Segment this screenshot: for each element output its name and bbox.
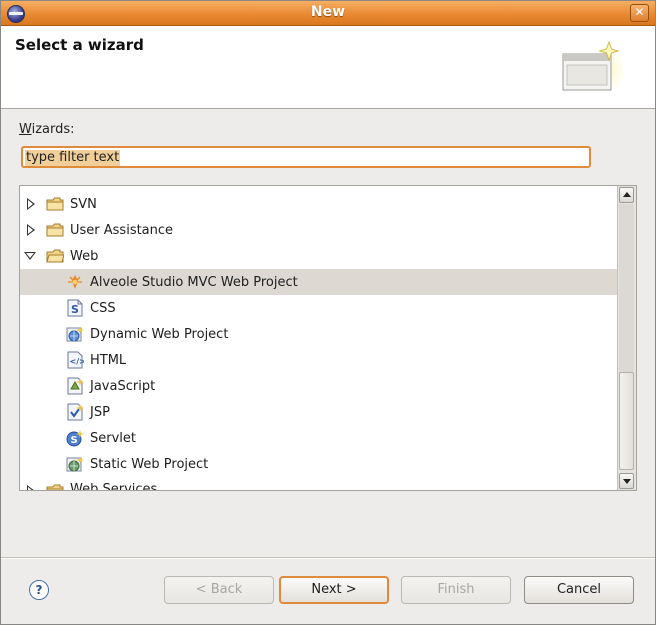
tree-item-javascript[interactable]: JavaScript (20, 373, 618, 399)
scroll-thumb[interactable] (619, 372, 634, 470)
tree-item-dynamic-web-project[interactable]: Dynamic Web Project (20, 321, 618, 347)
window-title: New (310, 4, 346, 20)
tree-item-label: JavaScript (90, 378, 156, 394)
tree-item-label: CSS (90, 300, 116, 316)
tree-item-static-web-project[interactable]: Static Web Project (20, 451, 618, 477)
filter-input[interactable] (21, 146, 591, 168)
tree-item-servlet[interactable]: S Servlet (20, 425, 618, 451)
static-web-project-icon (66, 456, 84, 472)
finish-button[interactable]: Finish (401, 576, 511, 604)
svg-text:S: S (71, 303, 79, 316)
jsp-file-icon (67, 403, 84, 421)
tree-item-web[interactable]: Web (20, 243, 618, 269)
tree-item-label: HTML (90, 352, 127, 368)
folder-icon (46, 484, 64, 490)
tree-item-label: Dynamic Web Project (90, 326, 229, 342)
expand-arrow-icon[interactable] (24, 197, 38, 211)
wizards-label: Wizards: (19, 122, 75, 137)
servlet-icon: S (66, 430, 84, 447)
new-wizard-dialog: New ✕ Select a wizard Wizards: type filt… (0, 0, 656, 625)
dynamic-web-project-icon (66, 326, 84, 342)
svg-text:</>: </> (70, 357, 85, 366)
title-bar[interactable]: New ✕ (1, 1, 655, 26)
tree-item-label: Static Web Project (90, 456, 209, 472)
scroll-down-button[interactable] (619, 473, 634, 489)
scroll-up-button[interactable] (619, 187, 634, 203)
svg-text:S: S (71, 435, 78, 446)
expand-arrow-icon[interactable] (24, 223, 38, 237)
wizard-tree[interactable]: SVN User Assistance Web Alveole Studio M… (19, 185, 637, 491)
cancel-button[interactable]: Cancel (524, 576, 634, 604)
tree-item-user-assistance[interactable]: User Assistance (20, 217, 618, 243)
javascript-file-icon (67, 377, 84, 395)
help-button[interactable]: ? (29, 580, 49, 600)
tree-item-label: Servlet (90, 430, 136, 446)
tree-item-label: Web Services (70, 482, 158, 491)
html-file-icon: </> (67, 351, 85, 369)
vertical-scrollbar[interactable] (617, 186, 636, 490)
wizard-banner-icon (562, 40, 623, 92)
tree-item-label: User Assistance (70, 222, 174, 238)
button-bar-separator (1, 557, 655, 559)
tree-item-label: Web (70, 248, 99, 264)
help-icon: ? (35, 583, 43, 597)
tree-item-alveole-studio-mvc-web-project[interactable]: Alveole Studio MVC Web Project (20, 269, 618, 295)
expand-arrow-icon[interactable] (24, 484, 38, 490)
tree-item-label: Alveole Studio MVC Web Project (90, 274, 298, 290)
folder-icon (46, 223, 64, 237)
next-button[interactable]: Next > (279, 576, 389, 604)
close-button[interactable]: ✕ (630, 4, 649, 22)
back-button[interactable]: < Back (164, 576, 274, 604)
tree-item-label: SVN (70, 196, 97, 212)
tree-item-css[interactable]: S CSS (20, 295, 618, 321)
tree-item-web-services[interactable]: Web Services (20, 480, 618, 491)
collapse-arrow-icon[interactable] (24, 249, 38, 263)
tree-item-label: JSP (90, 404, 110, 420)
css-file-icon: S (67, 299, 83, 317)
wizard-banner: Select a wizard (1, 26, 655, 109)
folder-icon (46, 197, 64, 211)
scroll-track[interactable] (619, 204, 634, 372)
alveole-icon (68, 275, 82, 289)
tree-item-jsp[interactable]: JSP (20, 399, 618, 425)
folder-open-icon (46, 249, 64, 263)
close-icon: ✕ (634, 5, 645, 19)
tree-item-html[interactable]: </> HTML (20, 347, 618, 373)
page-title: Select a wizard (15, 36, 144, 54)
tree-item-svn[interactable]: SVN (20, 191, 618, 217)
